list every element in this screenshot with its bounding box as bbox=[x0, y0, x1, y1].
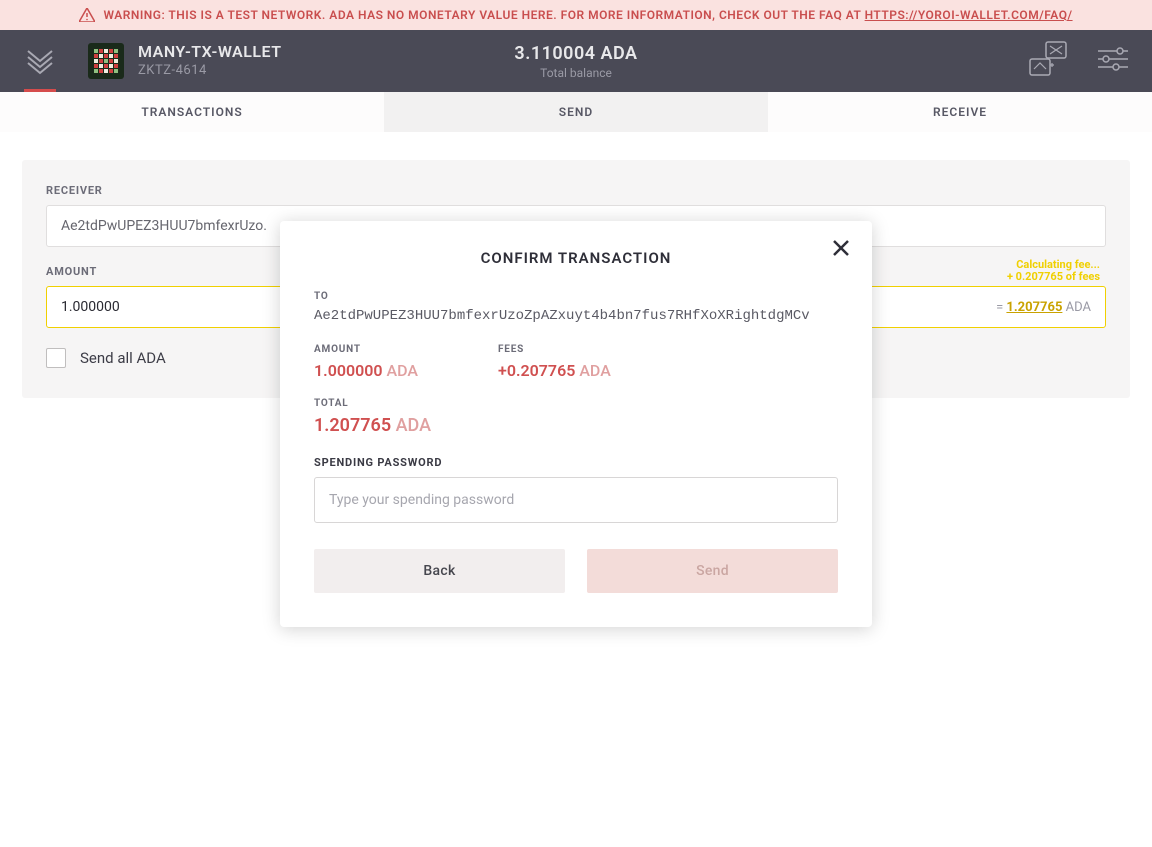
back-button[interactable]: Back bbox=[314, 549, 565, 593]
modal-fees-label: FEES bbox=[498, 344, 611, 355]
spending-password-label: SPENDING PASSWORD bbox=[314, 456, 838, 469]
modal-title: CONFIRM TRANSACTION bbox=[314, 249, 838, 267]
modal-fees-value: +0.207765 ADA bbox=[498, 361, 611, 380]
modal-to-label: TO bbox=[314, 291, 838, 302]
modal-amount-label: AMOUNT bbox=[314, 344, 418, 355]
send-button[interactable]: Send bbox=[587, 549, 838, 593]
modal-amount-value: 1.000000 ADA bbox=[314, 361, 418, 380]
modal-overlay: CONFIRM TRANSACTION TO Ae2tdPwUPEZ3HUU7b… bbox=[0, 0, 1152, 847]
close-icon bbox=[832, 239, 850, 257]
modal-total-value: 1.207765 ADA bbox=[314, 415, 838, 436]
spending-password-input[interactable] bbox=[314, 477, 838, 523]
modal-total-label: TOTAL bbox=[314, 398, 838, 409]
confirm-transaction-modal: CONFIRM TRANSACTION TO Ae2tdPwUPEZ3HUU7b… bbox=[280, 221, 872, 627]
modal-to-address: Ae2tdPwUPEZ3HUU7bmfexrUzoZpAZxuyt4b4bn7f… bbox=[314, 308, 838, 324]
modal-close-button[interactable] bbox=[832, 239, 850, 261]
